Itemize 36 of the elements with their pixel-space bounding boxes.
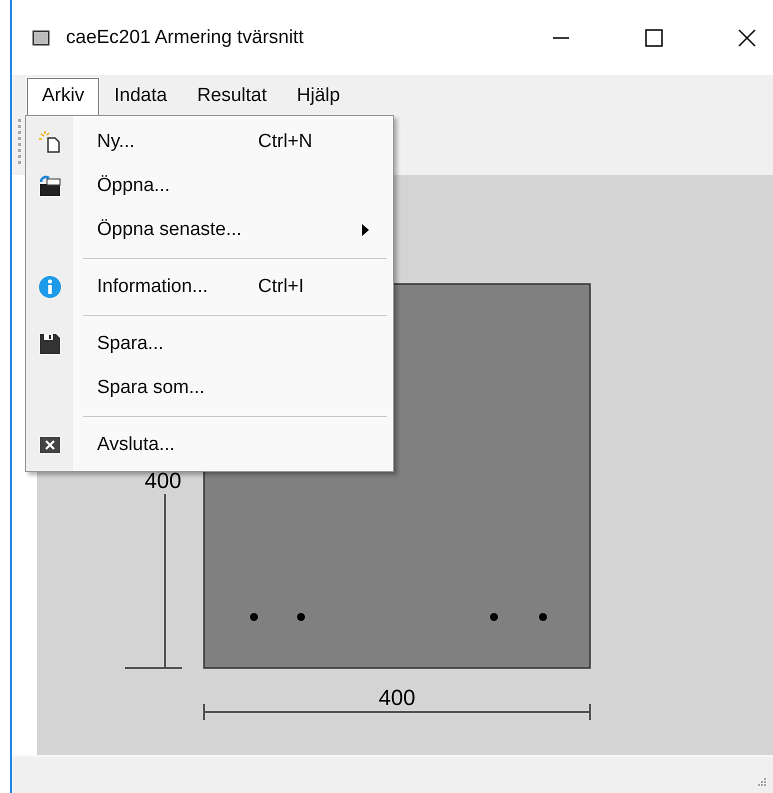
- close-icon: [40, 437, 60, 453]
- menu-bar-item[interactable]: Indata: [99, 78, 182, 115]
- rebar-dot: [490, 613, 498, 621]
- close-button[interactable]: [737, 28, 757, 48]
- save-icon: [40, 334, 60, 354]
- new-document-icon: [38, 131, 60, 153]
- maximize-button[interactable]: [644, 28, 664, 48]
- menu-bar-item[interactable]: Arkiv: [27, 78, 100, 115]
- menu-item-label: Avsluta...: [97, 434, 175, 456]
- open-folder-icon: [38, 175, 60, 197]
- height-dimension-label: 400: [144, 468, 182, 493]
- menu-item[interactable]: Avsluta...: [26, 423, 393, 467]
- app-icon: [32, 30, 50, 46]
- menu-item-label: Öppna senaste...: [97, 219, 242, 241]
- info-icon: [38, 276, 60, 298]
- rebar-dot: [250, 613, 258, 621]
- menu-bar-item[interactable]: Hjälp: [282, 78, 356, 115]
- menu-item[interactable]: Spara som...: [26, 366, 393, 410]
- resize-grip-icon: [757, 777, 767, 787]
- menu-item[interactable]: Spara...: [26, 322, 393, 366]
- menu-item-label: Öppna...: [97, 175, 170, 197]
- menu-item-label: Spara som...: [97, 377, 205, 399]
- menu-bar-item[interactable]: Resultat: [182, 78, 282, 115]
- menu-item[interactable]: Information... Ctrl+I: [26, 265, 393, 309]
- rebar-dot: [539, 613, 547, 621]
- menu-item[interactable]: Öppna...: [26, 164, 393, 208]
- shortcut-label: Ctrl+N: [258, 131, 312, 153]
- menu-item-label: Information...: [97, 276, 208, 298]
- menu-item-label: Spara...: [97, 333, 164, 355]
- menu-item-label: Ny...: [97, 131, 135, 153]
- width-dimension-label: 400: [378, 685, 416, 710]
- shortcut-label: Ctrl+I: [258, 276, 304, 298]
- menu-item[interactable]: Öppna senaste...: [26, 208, 393, 252]
- window-title: caeEc201 Armering tvärsnitt: [66, 26, 304, 48]
- rebar-dot: [297, 613, 305, 621]
- toolbar-grip-icon: [18, 119, 22, 165]
